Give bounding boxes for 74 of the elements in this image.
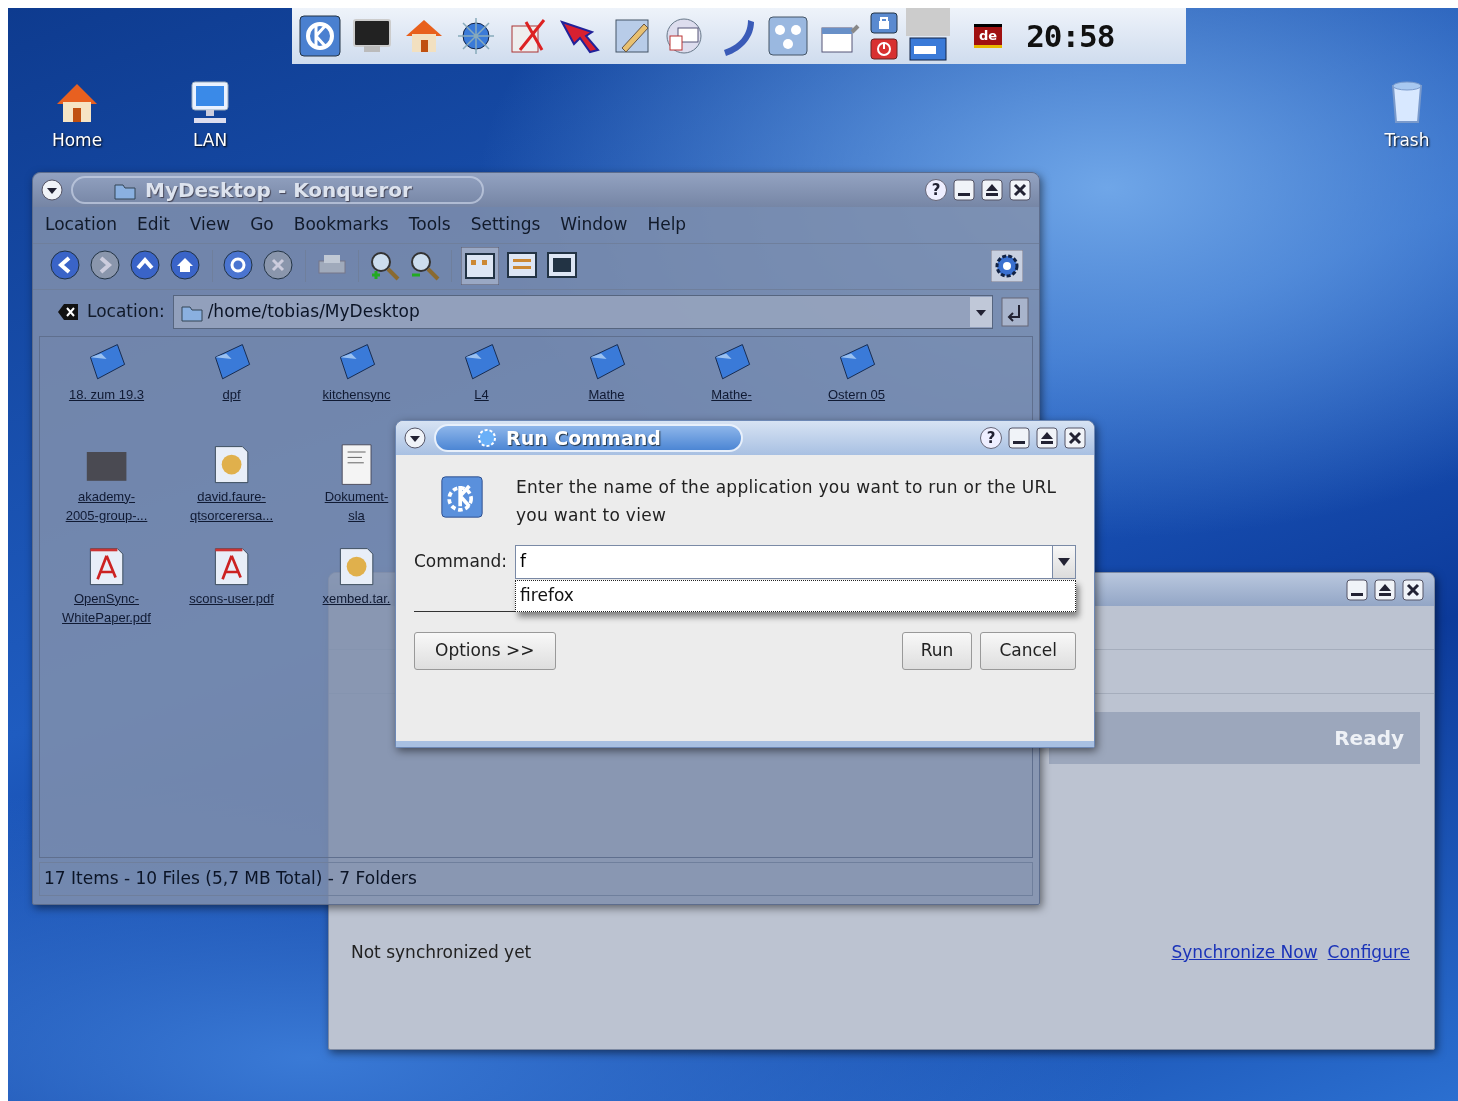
file-name[interactable]: dpf [222, 384, 241, 404]
lock-icon[interactable] [870, 12, 898, 34]
desktop-icon-label[interactable]: Home [51, 128, 103, 154]
close-icon[interactable] [1009, 179, 1031, 201]
clear-icon[interactable] [57, 302, 79, 321]
up-icon[interactable] [129, 249, 163, 283]
file-name[interactable]: L4 [474, 384, 489, 404]
file-name[interactable]: xembed.tar. [322, 588, 391, 608]
menu-item[interactable]: View [189, 212, 231, 238]
file-name[interactable]: Mathe [588, 384, 625, 404]
file-name[interactable]: scons-user.pdf [189, 588, 274, 608]
menu-item[interactable]: Help [647, 212, 687, 238]
window-title: Run Command [506, 425, 661, 451]
caret-icon [1058, 558, 1070, 566]
file-name[interactable]: david.faure- qtsorcerersa... [189, 486, 274, 525]
help-button[interactable]: ? [980, 427, 1002, 449]
menu-item[interactable]: Edit [136, 212, 170, 238]
menu-item[interactable]: Window [560, 212, 628, 238]
minimize-icon[interactable] [1346, 578, 1368, 601]
maximize-icon[interactable] [1036, 427, 1058, 449]
window-menu-icon[interactable] [41, 179, 63, 201]
file-name[interactable]: Mathe- [711, 384, 752, 404]
status-bar-text: 17 Items - 10 Files (5,7 MB Total) - 7 Folders [44, 867, 417, 891]
options-button[interactable]: Options >> [414, 632, 556, 670]
menu-item[interactable]: Settings [470, 212, 541, 238]
keyboard-layout-indicator[interactable]: de [974, 24, 1003, 48]
cancel-button[interactable]: Cancel [980, 632, 1076, 670]
go-icon[interactable] [1001, 296, 1029, 327]
zoom-in-icon[interactable] [368, 249, 402, 283]
icon-view-icon[interactable] [461, 247, 499, 285]
file-name[interactable]: akademy- 2005-group-... [65, 486, 148, 525]
command-field[interactable]: f [515, 545, 1052, 579]
close-icon[interactable] [1064, 427, 1086, 449]
maximize-icon[interactable] [981, 179, 1003, 201]
maximize-icon[interactable] [1374, 578, 1396, 601]
minimize-icon[interactable] [1008, 427, 1030, 449]
menu-item[interactable]: Bookmarks [293, 212, 389, 238]
location-field[interactable]: /home/tobias/MyDesktop [172, 294, 993, 329]
run-button[interactable]: Run [901, 632, 973, 670]
k-logo-icon[interactable] [298, 14, 342, 58]
file-name[interactable]: 18. zum 19.3 [68, 384, 145, 404]
prompt-text: Enter the name of the application you want to run or the URL you want to view [516, 476, 1058, 527]
window-menu-icon[interactable] [404, 427, 426, 449]
forward-icon[interactable] [89, 249, 123, 283]
command-label: Command: [414, 550, 508, 574]
zoom-out-icon[interactable] [408, 249, 442, 283]
link[interactable]: Synchronize Now [1171, 941, 1318, 962]
minimize-icon[interactable] [953, 179, 975, 201]
help-button[interactable]: ? [925, 179, 947, 201]
location-label: Location: [87, 299, 165, 323]
file-name[interactable]: kitchensync [322, 384, 391, 404]
back-icon[interactable] [49, 249, 83, 283]
menu-item[interactable]: Go [250, 212, 274, 238]
k-logo-icon [440, 473, 484, 521]
file-name[interactable]: Ostern 05 [827, 384, 886, 404]
power-icon[interactable] [870, 38, 898, 60]
link[interactable]: Configure [1327, 941, 1410, 962]
file-name[interactable]: OpenSync- WhitePaper.pdf [62, 588, 151, 627]
desktop-icon-label[interactable]: Trash [1384, 128, 1430, 154]
desktop-icon-label[interactable]: LAN [192, 128, 228, 154]
window-title: MyDesktop - Konqueror [145, 177, 412, 204]
reload-icon[interactable] [222, 249, 256, 283]
file-name[interactable]: Dokument- sla [324, 486, 389, 525]
menu-item[interactable]: Location [45, 212, 117, 238]
sync-status-text: Not synchronized yet [351, 940, 532, 964]
close-icon[interactable] [1402, 578, 1424, 601]
dropdown-button[interactable] [1052, 545, 1076, 579]
home-icon[interactable] [169, 249, 203, 283]
stop-icon[interactable] [262, 249, 296, 283]
clock: 20:58 [1026, 16, 1115, 56]
suggestion-item[interactable]: firefox [520, 583, 1071, 609]
status-text: Ready [1334, 725, 1404, 752]
menu-item[interactable]: Tools [408, 212, 451, 238]
pager-icon[interactable] [906, 8, 950, 64]
